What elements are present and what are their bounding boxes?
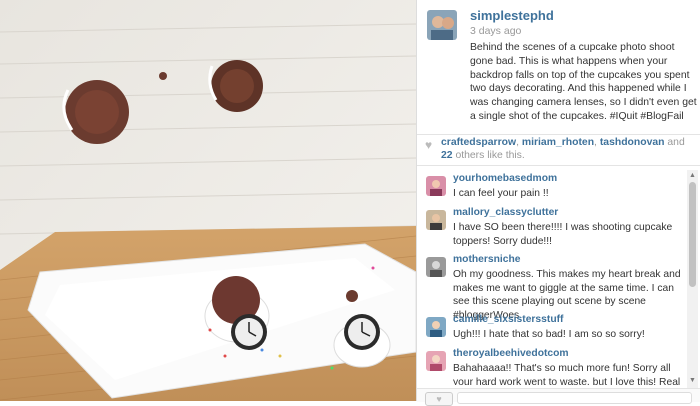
commenter-username[interactable]: camille_sixsistersstuff xyxy=(453,314,563,325)
commenter-username[interactable]: theroyalbeehivedotcom xyxy=(453,348,569,359)
post-time: 3 days ago xyxy=(470,25,522,37)
comments-scrollbar[interactable]: ▲ ▼ xyxy=(687,170,698,388)
scroll-down-arrow-icon[interactable]: ▼ xyxy=(689,377,696,384)
commenter-avatar[interactable] xyxy=(426,210,446,230)
commenter-avatar[interactable] xyxy=(426,257,446,277)
commenter-username[interactable]: mothersniche xyxy=(453,254,521,265)
post-photo xyxy=(0,0,416,401)
comment-text: I have SO been there!!!! I was shooting … xyxy=(453,222,673,247)
poster-username[interactable]: simplestephd xyxy=(470,8,554,23)
comment-text: Bahahaaaa!! That's so much more fun! Sor… xyxy=(453,363,681,385)
liker-link[interactable]: craftedsparrow xyxy=(441,137,516,148)
likes-separator: and xyxy=(664,137,685,148)
action-bar: ♥ xyxy=(417,388,700,406)
scroll-thumb[interactable] xyxy=(689,182,696,287)
comments-panel: simplestephd 3 days ago Behind the scene… xyxy=(416,0,700,406)
likes-text: craftedsparrow, miriam_rhoten, tashdonov… xyxy=(441,137,693,162)
comment-text: Ugh!!! I hate that so bad! I am so so so… xyxy=(453,329,645,340)
commenter-avatar[interactable] xyxy=(426,351,446,371)
post-caption: Behind the scenes of a cupcake photo sho… xyxy=(470,42,697,122)
liker-link[interactable]: tashdonovan xyxy=(600,137,665,148)
commenter-username[interactable]: yourhomebasedmom xyxy=(453,173,557,184)
like-button[interactable]: ♥ xyxy=(425,392,453,406)
commenter-username[interactable]: mallory_classyclutter xyxy=(453,207,558,218)
commenter-avatar[interactable] xyxy=(426,176,446,196)
poster-avatar[interactable] xyxy=(427,10,457,40)
likes-count[interactable]: 22 xyxy=(441,150,453,161)
scroll-up-arrow-icon[interactable]: ▲ xyxy=(689,172,696,179)
likes-suffix: others like this. xyxy=(452,149,525,161)
comment-text: I can feel your pain !! xyxy=(453,188,549,199)
comment-input[interactable] xyxy=(457,392,692,404)
heart-icon: ♥ xyxy=(436,394,442,404)
cupcake-photo-image xyxy=(0,0,416,401)
commenter-avatar[interactable] xyxy=(426,317,446,337)
likes-section: ♥ craftedsparrow, miriam_rhoten, tashdon… xyxy=(417,134,700,166)
liker-link[interactable]: miriam_rhoten xyxy=(522,137,594,148)
comments-list: yourhomebasedmom I can feel your pain !!… xyxy=(417,169,689,385)
heart-icon: ♥ xyxy=(425,138,433,152)
